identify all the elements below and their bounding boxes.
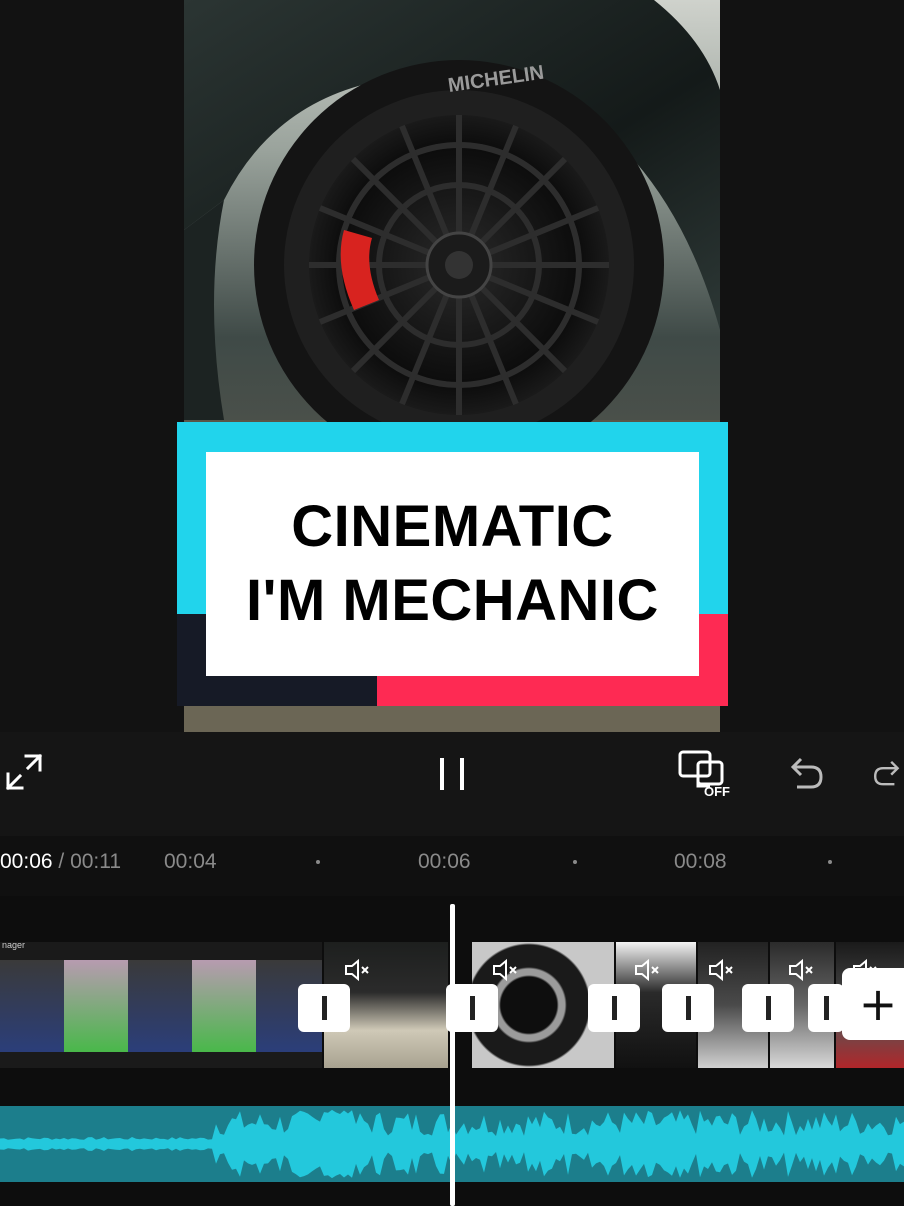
clip-label: nager <box>2 942 26 950</box>
pause-icon <box>440 758 464 790</box>
transition-button[interactable] <box>588 984 640 1032</box>
transition-icon <box>321 996 327 1020</box>
ruler-tick-dot <box>316 860 320 864</box>
mute-icon <box>345 958 369 982</box>
keyframe-status-label: OFF <box>704 784 730 799</box>
undo-icon <box>790 757 823 789</box>
undo-button[interactable] <box>782 748 828 798</box>
time-separator: / <box>52 850 71 873</box>
ruler-tick-dot <box>573 860 577 864</box>
playback-time: 00:06 / 00:11 <box>0 850 121 874</box>
title-line-1: CINEMATIC <box>291 494 614 559</box>
title-line-2: I'M MECHANIC <box>246 568 659 633</box>
current-time: 00:06 <box>0 850 53 873</box>
mute-icon <box>635 958 659 982</box>
ruler-tick-label: 00:06 <box>418 850 471 873</box>
pause-button[interactable] <box>426 748 478 800</box>
transition-icon <box>765 996 771 1020</box>
timeline-ruler[interactable]: 00:06 / 00:11 00:04 00:06 00:08 <box>0 836 904 896</box>
transition-icon <box>469 996 475 1020</box>
transition-icon <box>823 996 829 1020</box>
redo-button[interactable] <box>872 748 904 798</box>
video-preview[interactable]: MICHELIN CINEMATIC I'M MECHANIC <box>0 0 904 750</box>
playhead[interactable] <box>450 904 455 1206</box>
ruler-tick-label: 00:04 <box>164 850 217 873</box>
editor-toolbar: OFF <box>0 732 904 836</box>
expand-icon <box>5 753 43 791</box>
mute-icon <box>709 958 733 982</box>
transition-button[interactable] <box>298 984 350 1032</box>
video-clip-interview[interactable]: nager <box>0 942 322 1068</box>
transition-button[interactable] <box>662 984 714 1032</box>
transition-icon <box>685 996 691 1020</box>
mute-icon <box>789 958 813 982</box>
transition-icon <box>611 996 617 1020</box>
redo-icon <box>873 760 900 786</box>
keyframe-toggle-button[interactable]: OFF <box>674 746 736 804</box>
transition-button[interactable] <box>742 984 794 1032</box>
title-card-overlay[interactable]: CINEMATIC I'M MECHANIC <box>177 422 728 706</box>
fullscreen-button[interactable] <box>0 746 48 798</box>
ruler-tick-label: 00:08 <box>674 850 727 873</box>
transition-button[interactable] <box>808 984 844 1032</box>
add-clip-button[interactable]: + <box>842 968 904 1040</box>
ruler-tick-dot <box>828 860 832 864</box>
total-time: 00:11 <box>70 850 122 873</box>
mute-icon <box>493 958 517 982</box>
title-card-panel: CINEMATIC I'M MECHANIC <box>206 452 699 676</box>
